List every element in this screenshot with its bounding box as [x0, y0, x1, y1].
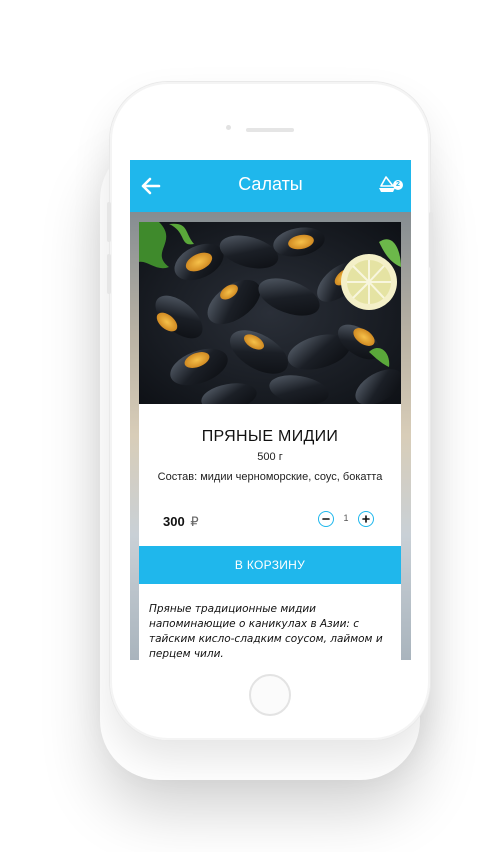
stage: Салаты 2 ПРЯНЫЕ МИДИИ 500 г Состав: миди… [0, 0, 491, 852]
home-button[interactable] [249, 674, 291, 716]
product-image [139, 222, 401, 404]
phone-side-button [107, 202, 111, 242]
quantity-increase-button[interactable] [358, 511, 374, 527]
cart-button[interactable]: 2 [377, 172, 403, 198]
add-to-cart-button[interactable]: В КОРЗИНУ [139, 546, 401, 584]
page-title: Салаты [238, 174, 303, 194]
app-screen: Салаты 2 ПРЯНЫЕ МИДИИ 500 г Состав: миди… [130, 160, 411, 660]
product-card: ПРЯНЫЕ МИДИИ 500 г Состав: мидии черномо… [139, 222, 401, 660]
speaker-grille [246, 128, 294, 132]
currency-symbol: ₽ [190, 514, 199, 529]
plus-icon [362, 515, 370, 523]
quantity-value: 1 [343, 513, 349, 523]
product-composition: Состав: мидии черноморские, соус, бокатт… [157, 471, 383, 483]
front-camera [226, 125, 231, 130]
product-price: 300 ₽ [163, 514, 199, 530]
back-button[interactable] [138, 173, 164, 199]
minus-icon [322, 518, 330, 520]
product-name: ПРЯНЫЕ МИДИИ [201, 428, 339, 445]
product-description: Пряные традиционные мидии напоминающие о… [149, 603, 383, 660]
cart-count-badge: 2 [393, 180, 403, 190]
quantity-decrease-button[interactable] [318, 511, 334, 527]
price-value: 300 [163, 514, 185, 529]
phone-side-button [429, 212, 433, 268]
arrow-left-icon [141, 177, 161, 195]
mussels-photo [139, 222, 401, 404]
app-header: Салаты 2 [130, 160, 411, 212]
product-weight: 500 г [257, 451, 283, 463]
phone-side-button [107, 254, 111, 294]
